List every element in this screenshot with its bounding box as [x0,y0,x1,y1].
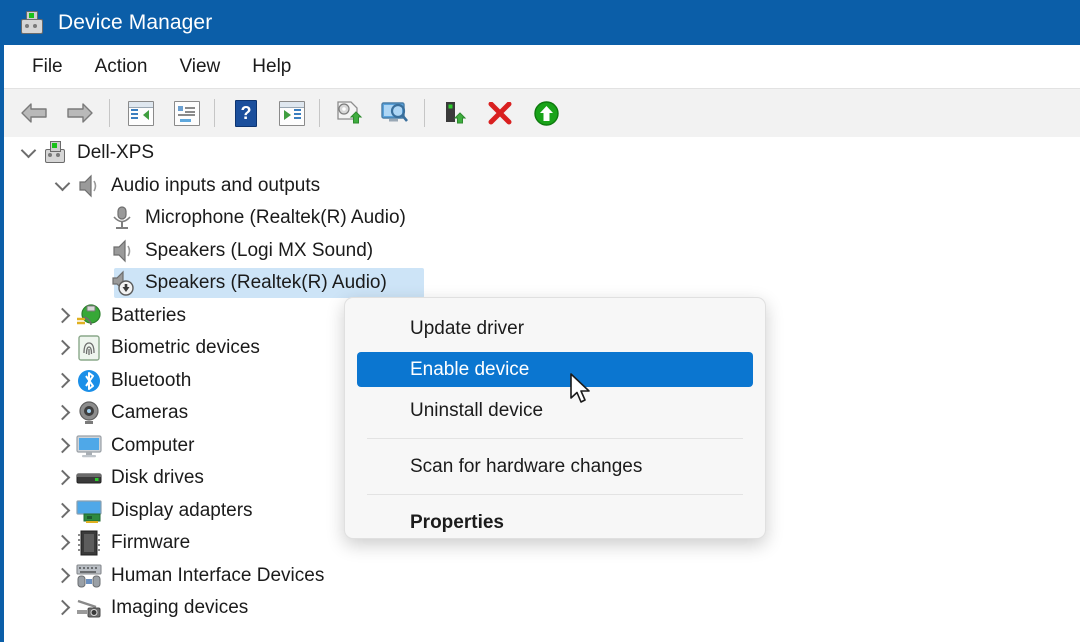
scan-hardware-changes-icon[interactable] [375,93,415,133]
update-driver-icon[interactable] [329,93,369,133]
speaker-icon [108,236,138,266]
fingerprint-icon [74,333,104,363]
tree-row-label: Audio inputs and outputs [111,174,321,196]
tree-row-label: Display adapters [111,499,253,521]
battery-icon [74,301,104,331]
chevron-down-icon[interactable] [18,137,40,169]
properties-icon[interactable] [165,93,205,133]
context-menu-item-properties[interactable]: Properties [345,502,765,538]
chevron-right-icon[interactable] [52,527,74,559]
toolbar-separator [319,99,320,127]
tree-row[interactable]: Audio inputs and outputs [4,170,1080,203]
title-bar: Device Manager [4,0,1080,45]
tree-row[interactable]: Imaging devices [4,592,1080,625]
context-menu[interactable]: Update driver Enable device Uninstall de… [344,297,766,539]
menu-bar: File Action View Help [4,45,1080,89]
window-title: Device Manager [58,10,213,34]
context-menu-item-enable-device[interactable]: Enable device [345,349,765,390]
forward-arrow-icon[interactable] [60,93,100,133]
menu-help[interactable]: Help [242,53,301,81]
toolbar-separator [424,99,425,127]
toolbar-separator [214,99,215,127]
chevron-placeholder [86,202,108,234]
menu-action[interactable]: Action [85,53,158,81]
help-icon[interactable]: ? [224,93,264,133]
context-menu-item-label: Enable device [410,358,530,380]
context-menu-separator [367,438,743,439]
enable-device-icon[interactable] [526,93,566,133]
tree-row[interactable]: Human Interface Devices [4,560,1080,593]
chevron-right-icon[interactable] [52,560,74,592]
bluetooth-icon [74,366,104,396]
tree-row-label: Computer [111,434,195,456]
show-hide-action-pane-icon[interactable] [270,93,310,133]
menu-view[interactable]: View [169,53,230,81]
context-menu-item-scan-for-hardware-changes[interactable]: Scan for hardware changes [345,446,765,487]
context-menu-item-update-driver[interactable]: Update driver [345,308,765,349]
context-menu-item-label: Update driver [410,317,525,339]
context-menu-item-label: Properties [410,511,504,533]
tree-row-label: Batteries [111,304,186,326]
tree-row-label: Bluetooth [111,369,192,391]
chevron-placeholder [86,235,108,267]
chevron-down-icon[interactable] [52,170,74,202]
tree-row-label: Imaging devices [111,597,249,619]
chevron-right-icon[interactable] [52,300,74,332]
device-manager-window: Device Manager File Action View Help ? D… [0,0,1080,642]
microphone-icon [108,203,138,233]
menu-file[interactable]: File [22,53,73,81]
tree-row-label: Biometric devices [111,337,260,359]
tree-row-label: Speakers (Realtek(R) Audio) [145,272,387,294]
computer-device-icon [40,138,70,168]
tree-row[interactable]: Dell-XPS [4,137,1080,170]
chevron-right-icon[interactable] [52,592,74,624]
tree-row[interactable]: Speakers (Logi MX Sound) [4,235,1080,268]
camera-icon [74,398,104,428]
disk-drive-icon [74,463,104,493]
back-arrow-icon[interactable] [14,93,54,133]
tree-row[interactable]: Microphone (Realtek(R) Audio) [4,202,1080,235]
toolbar: ? [4,89,1080,138]
keyboard-icon [74,561,104,591]
tree-row-label: Human Interface Devices [111,564,325,586]
context-menu-separator [367,494,743,495]
tree-row-label: Firmware [111,532,191,554]
tree-row-selected[interactable]: Speakers (Realtek(R) Audio) [4,267,1080,300]
mouse-pointer-icon [570,373,590,403]
tree-row-label: Dell-XPS [77,142,155,164]
tree-row-label: Cameras [111,402,189,424]
chevron-right-icon[interactable] [52,332,74,364]
chevron-right-icon[interactable] [52,495,74,527]
chevron-placeholder [86,267,108,299]
context-menu-item-label: Scan for hardware changes [410,455,643,477]
scanner-icon [74,593,104,623]
device-manager-icon [18,10,44,36]
show-hide-console-tree-icon[interactable] [119,93,159,133]
speaker-icon [74,171,104,201]
tree-row-label: Speakers (Logi MX Sound) [145,239,374,261]
toolbar-separator [109,99,110,127]
tree-row-label: Microphone (Realtek(R) Audio) [145,207,406,229]
speaker-disabled-icon [108,268,138,298]
display-adapter-icon [74,496,104,526]
firmware-chip-icon [74,528,104,558]
chevron-right-icon[interactable] [52,397,74,429]
context-menu-item-uninstall-device[interactable]: Uninstall device [345,390,765,431]
monitor-icon [74,431,104,461]
chevron-right-icon[interactable] [52,365,74,397]
disable-device-icon[interactable] [434,93,474,133]
tree-row-label: Disk drives [111,467,204,489]
chevron-right-icon[interactable] [52,462,74,494]
context-menu-item-label: Uninstall device [410,399,544,421]
uninstall-device-icon[interactable] [480,93,520,133]
chevron-right-icon[interactable] [52,430,74,462]
